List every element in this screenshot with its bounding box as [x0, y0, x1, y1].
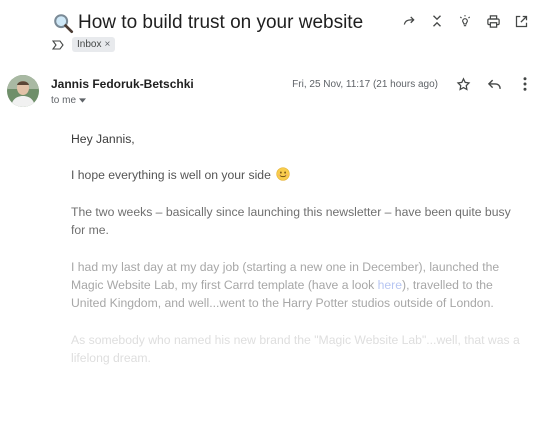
star-icon[interactable]: [454, 75, 472, 93]
body-paragraph: As somebody who named his new brand the …: [71, 332, 520, 366]
label-row: Inbox ×: [52, 37, 116, 52]
magnifier-icon: [54, 14, 74, 34]
sender-name[interactable]: Jannis Fedoruk-Betschki: [51, 77, 194, 91]
message-date: Fri, 25 Nov, 11:17 (21 hours ago): [292, 79, 438, 90]
body-greeting: Hey Jannis,: [71, 132, 135, 146]
label-chip-inbox[interactable]: Inbox ×: [72, 37, 116, 52]
label-chip-text: Inbox: [77, 39, 102, 50]
message-actions: [454, 75, 534, 93]
thread-toolbar: [400, 12, 530, 30]
collapse-icon[interactable]: [428, 12, 446, 30]
recipient-text: to me: [51, 95, 77, 106]
chevron-down-icon: [79, 98, 87, 103]
open-new-window-icon[interactable]: [512, 12, 530, 30]
avatar[interactable]: [7, 75, 39, 107]
email-subject: How to build trust on your website: [78, 12, 364, 33]
body-paragraph: I had my last day at my day job (startin…: [71, 258, 521, 313]
body-paragraph: I hope everything is well on your side: [71, 166, 521, 184]
body-paragraph: The two weeks – basically since launchin…: [71, 204, 511, 238]
forward-icon[interactable]: [400, 12, 418, 30]
recipient-toggle[interactable]: to me: [51, 95, 87, 106]
remove-label-button[interactable]: ×: [104, 39, 110, 50]
important-marker-icon[interactable]: [52, 39, 64, 50]
here-link[interactable]: here: [378, 278, 402, 292]
body-paragraph-text: I hope everything is well on your side: [71, 168, 271, 183]
lightbulb-icon[interactable]: [456, 12, 474, 30]
message-body: Hey Jannis, I hope everything is well on…: [71, 130, 521, 386]
reply-icon[interactable]: [485, 75, 503, 93]
smiling-face-emoji-icon: [276, 167, 290, 182]
more-vert-icon[interactable]: [516, 75, 534, 93]
subject-row: How to build trust on your website: [52, 9, 363, 37]
print-icon[interactable]: [484, 12, 502, 30]
